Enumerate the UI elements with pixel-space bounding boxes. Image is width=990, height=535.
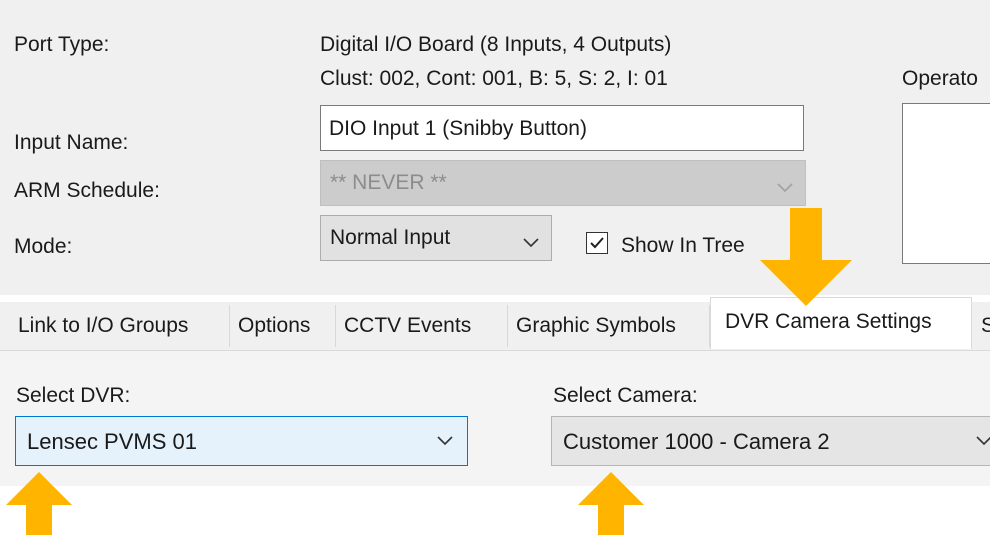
show-in-tree-checkbox[interactable] xyxy=(586,232,608,254)
operator-label: Operato xyxy=(902,67,978,90)
tab-options[interactable]: Options xyxy=(230,305,336,347)
operator-list[interactable] xyxy=(902,103,990,264)
arrow-callout-icon xyxy=(578,472,644,535)
dialog-window: Port Type: Digital I/O Board (8 Inputs, … xyxy=(0,0,990,535)
select-dvr-dropdown[interactable]: Lensec PVMS 01 xyxy=(15,416,468,466)
select-camera-value: Customer 1000 - Camera 2 xyxy=(563,429,830,454)
tab-link-to-io-groups[interactable]: Link to I/O Groups xyxy=(10,305,230,347)
tab-label: Link to I/O Groups xyxy=(18,314,189,337)
mode-select[interactable]: Normal Input xyxy=(320,215,552,261)
mode-value: Normal Input xyxy=(330,226,451,249)
mode-label: Mode: xyxy=(14,235,73,258)
port-address-value: Clust: 002, Cont: 001, B: 5, S: 2, I: 01 xyxy=(320,67,668,90)
select-camera-dropdown[interactable]: Customer 1000 - Camera 2 xyxy=(551,416,990,466)
tab-label: Graphic Symbols xyxy=(516,314,676,337)
chevron-down-icon xyxy=(523,230,539,254)
tab-label: Options xyxy=(238,314,311,337)
arm-schedule-label: ARM Schedule: xyxy=(14,179,160,202)
chevron-down-icon xyxy=(777,175,793,199)
port-type-label: Port Type: xyxy=(14,33,110,56)
tab-label: S xyxy=(981,314,990,337)
chevron-down-icon xyxy=(437,433,453,451)
tab-graphic-symbols[interactable]: Graphic Symbols xyxy=(508,305,710,347)
arrow-callout-icon xyxy=(6,472,72,535)
tab-s[interactable]: S xyxy=(975,305,990,347)
select-dvr-value: Lensec PVMS 01 xyxy=(27,429,197,454)
check-icon xyxy=(590,237,604,249)
tab-label: DVR Camera Settings xyxy=(725,310,932,333)
arrow-callout-icon xyxy=(760,208,852,306)
tab-label: CCTV Events xyxy=(344,314,472,337)
select-camera-label: Select Camera: xyxy=(553,384,698,407)
input-name-value: DIO Input 1 (Snibby Button) xyxy=(329,117,587,140)
arm-schedule-value: ** NEVER ** xyxy=(330,171,447,194)
port-type-value: Digital I/O Board (8 Inputs, 4 Outputs) xyxy=(320,33,672,56)
input-name-label: Input Name: xyxy=(14,131,129,154)
select-dvr-label: Select DVR: xyxy=(16,384,131,407)
input-name-field[interactable]: DIO Input 1 (Snibby Button) xyxy=(320,105,804,151)
show-in-tree-label[interactable]: Show In Tree xyxy=(621,234,745,258)
tab-cctv-events[interactable]: CCTV Events xyxy=(336,305,508,347)
chevron-down-icon xyxy=(976,433,990,451)
arm-schedule-select: ** NEVER ** xyxy=(320,160,806,206)
